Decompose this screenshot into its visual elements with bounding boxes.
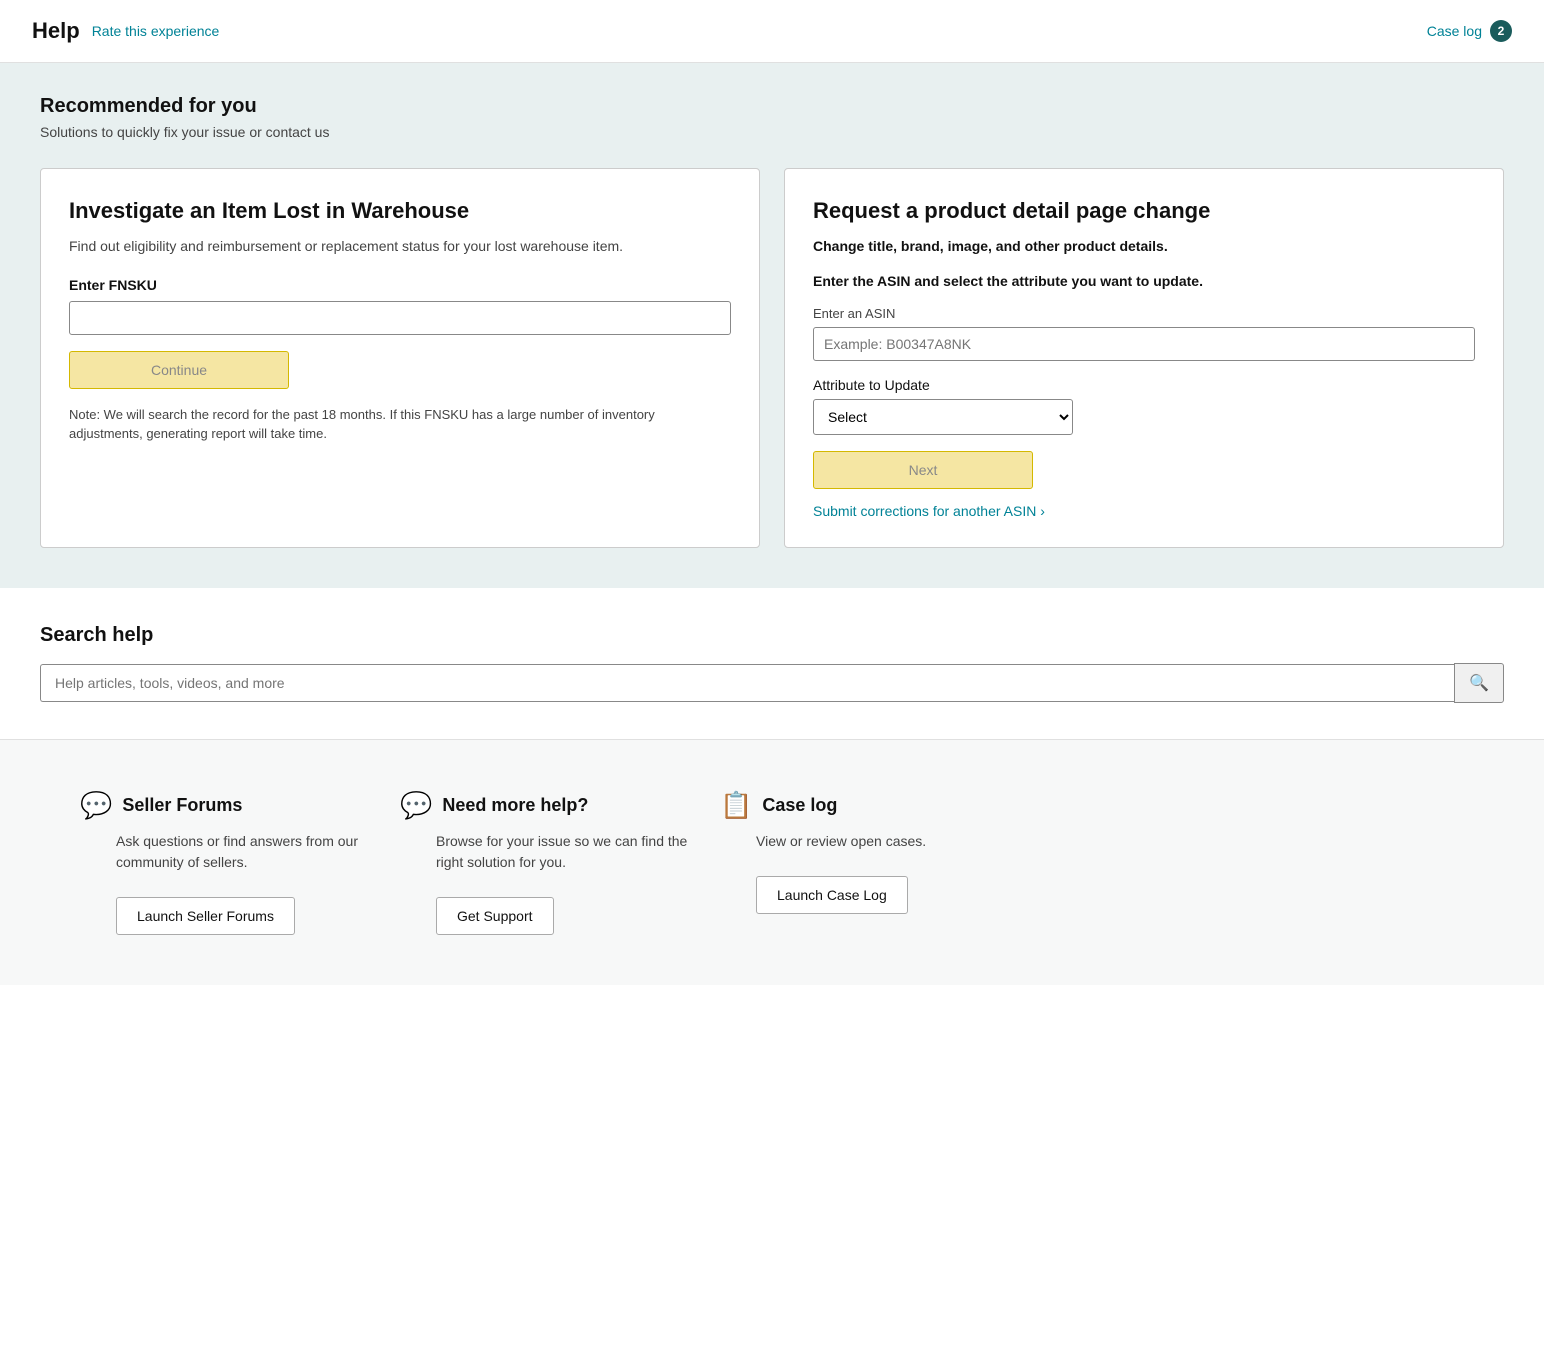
header-left: Help Rate this experience [32,18,219,44]
search-icon: 🔍 [1469,673,1489,693]
seller-forums-icon: 💬 [80,790,112,821]
bottom-card-case-log: 📋 Case log View or review open cases. La… [720,790,1040,935]
card-right-instruction: Enter the ASIN and select the attribute … [813,271,1475,292]
search-button[interactable]: 🔍 [1454,663,1504,703]
case-log-header: 📋 Case log [720,790,837,821]
header: Help Rate this experience Case log 2 [0,0,1544,63]
fnsku-label: Enter FNSKU [69,277,731,293]
bottom-card-seller-forums: 💬 Seller Forums Ask questions or find an… [80,790,400,935]
search-row: 🔍 [40,663,1504,703]
cards-row: Investigate an Item Lost in Warehouse Fi… [40,168,1504,548]
card-left-desc: Find out eligibility and reimbursement o… [69,236,731,257]
launch-seller-forums-button[interactable]: Launch Seller Forums [116,897,295,935]
case-log-desc: View or review open cases. [720,831,926,852]
case-log-bottom-title: Case log [762,795,837,816]
next-button[interactable]: Next [813,451,1033,489]
asin-label: Enter an ASIN [813,306,1475,321]
fnsku-input[interactable] [69,301,731,335]
attr-label: Attribute to Update [813,377,1475,393]
case-log-badge: 2 [1490,20,1512,42]
search-section: Search help 🔍 [0,588,1544,740]
bottom-section: 💬 Seller Forums Ask questions or find an… [0,740,1544,985]
header-right: Case log 2 [1427,20,1512,42]
search-title: Search help [40,624,1504,647]
card-investigate-lost-item: Investigate an Item Lost in Warehouse Fi… [40,168,760,548]
seller-forums-title: Seller Forums [122,795,242,816]
recommended-subtitle: Solutions to quickly fix your issue or c… [40,124,1504,140]
get-support-button[interactable]: Get Support [436,897,554,935]
bottom-row: 💬 Seller Forums Ask questions or find an… [80,790,1504,935]
continue-button[interactable]: Continue [69,351,289,389]
case-log-icon: 📋 [720,790,752,821]
card-right-title: Request a product detail page change [813,197,1475,226]
need-help-icon: 💬 [400,790,432,821]
bottom-card-need-help: 💬 Need more help? Browse for your issue … [400,790,720,935]
need-help-header: 💬 Need more help? [400,790,588,821]
submit-corrections-link[interactable]: Submit corrections for another ASIN › [813,503,1045,519]
case-log-link[interactable]: Case log [1427,23,1482,39]
recommended-section: Recommended for you Solutions to quickly… [0,63,1544,588]
asin-input[interactable] [813,327,1475,361]
seller-forums-header: 💬 Seller Forums [80,790,242,821]
search-input[interactable] [40,664,1454,702]
need-help-desc: Browse for your issue so we can find the… [400,831,700,873]
seller-forums-desc: Ask questions or find answers from our c… [80,831,380,873]
attribute-select[interactable]: Select [813,399,1073,435]
help-title: Help [32,18,80,44]
recommended-title: Recommended for you [40,95,1504,118]
launch-case-log-button[interactable]: Launch Case Log [756,876,908,914]
rate-experience-link[interactable]: Rate this experience [92,23,220,39]
card-left-title: Investigate an Item Lost in Warehouse [69,197,731,226]
card-right-bold: Change title, brand, image, and other pr… [813,236,1475,257]
card-left-note: Note: We will search the record for the … [69,405,731,444]
card-product-detail-change: Request a product detail page change Cha… [784,168,1504,548]
need-help-title: Need more help? [442,795,588,816]
